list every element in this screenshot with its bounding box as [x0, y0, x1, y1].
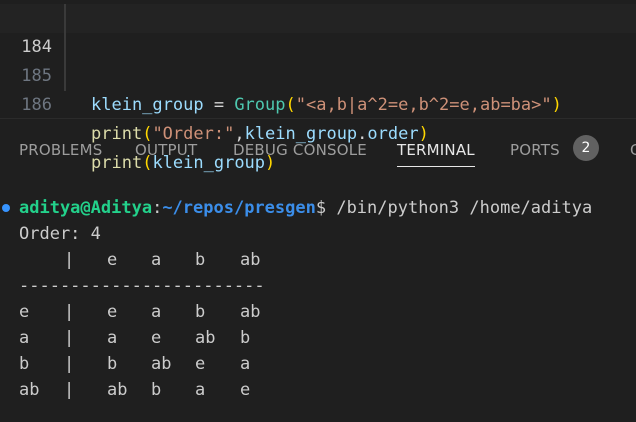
table-cell: e — [107, 302, 118, 322]
prompt-line: aditya@Aditya:~/repos/presgen$ /bin/pyth… — [19, 195, 592, 221]
code-token: klein_group — [91, 95, 204, 115]
ports-count-badge: 2 — [573, 135, 599, 161]
table-bar: | — [64, 250, 75, 270]
table-cell: a — [19, 328, 30, 348]
table-bar: | — [64, 328, 75, 348]
table-cell: ab — [107, 380, 128, 400]
code-editor[interactable]: 184 klein_group = Group("<a,b|a^2=e,b^2=… — [0, 0, 636, 173]
table-cell: a — [240, 354, 251, 374]
table-cell: b — [195, 302, 206, 322]
tab-overflow[interactable]: G — [630, 141, 636, 159]
prompt-dollar: $ — [315, 198, 327, 218]
prompt-user-host: aditya@Aditya — [19, 198, 153, 218]
order-output: Order: 4 — [19, 224, 101, 244]
table-cell: b — [107, 354, 118, 374]
table-cell: e — [151, 328, 162, 348]
tab-debug-console[interactable]: DEBUG CONSOLE — [233, 141, 367, 159]
prompt-separator: : — [152, 198, 163, 218]
tab-ports[interactable]: PORTS — [510, 141, 560, 159]
table-row: e | e a b ab — [19, 299, 619, 325]
table-cell: ab — [151, 354, 172, 374]
table-cell: a — [151, 250, 162, 270]
table-cell: b — [195, 250, 206, 270]
code-line-185[interactable]: 185 print("Order:",klein_group.order) — [0, 33, 636, 144]
table-cell: a — [151, 302, 162, 322]
table-bar: | — [64, 302, 75, 322]
table-cell: e — [240, 380, 251, 400]
code-line-184[interactable]: 184 klein_group = Group("<a,b|a^2=e,b^2=… — [0, 4, 636, 115]
code-text[interactable]: klein_group = Group("<a,b|a^2=e,b^2=e,ab… — [91, 91, 562, 120]
indent-guide — [64, 62, 66, 91]
table-cell: ab — [19, 380, 40, 400]
table-cell: e — [19, 302, 30, 322]
table-cell: a — [107, 328, 118, 348]
table-bar: | — [64, 380, 75, 400]
table-cell: a — [195, 380, 206, 400]
code-token: "<a,b|a^2=e,b^2=e,ab=ba>" — [295, 95, 552, 115]
code-token: ) — [551, 95, 562, 115]
table-cell: b — [151, 380, 162, 400]
panel-tab-bar: PROBLEMS OUTPUT DEBUG CONSOLE TERMINAL P… — [0, 119, 636, 179]
code-token: = — [203, 95, 235, 115]
table-row: ab | ab b a e — [19, 377, 619, 403]
command-decoration-dot-icon[interactable] — [2, 204, 10, 212]
prompt-path: ~/repos/presgen — [162, 198, 316, 218]
tab-terminal[interactable]: TERMINAL — [397, 141, 475, 167]
table-cell: ab — [195, 328, 216, 348]
table-row: a | a e ab b — [19, 325, 619, 351]
code-line-186[interactable]: 186 print(klein_group) — [0, 62, 636, 173]
code-token: Group — [234, 95, 286, 115]
tab-problems[interactable]: PROBLEMS — [19, 141, 102, 159]
indent-guide — [64, 4, 66, 33]
line-number: 186 — [21, 95, 52, 115]
table-cell: ab — [240, 302, 261, 322]
table-cell: b — [240, 328, 251, 348]
table-divider: ------------------------ — [19, 276, 265, 296]
indent-guide — [64, 33, 66, 62]
tab-output[interactable]: OUTPUT — [135, 141, 197, 159]
table-bar: | — [64, 354, 75, 374]
table-row: b | b ab e a — [19, 351, 619, 377]
table-cell: e — [195, 354, 206, 374]
code-token: ( — [285, 95, 296, 115]
table-header-row: | e a b ab — [19, 247, 619, 273]
table-cell: e — [107, 250, 118, 270]
table-cell: b — [19, 354, 30, 374]
prompt-command: /bin/python3 /home/aditya — [326, 198, 593, 218]
terminal-output[interactable]: aditya@Aditya:~/repos/presgen$ /bin/pyth… — [0, 190, 636, 422]
table-cell: ab — [240, 250, 261, 270]
